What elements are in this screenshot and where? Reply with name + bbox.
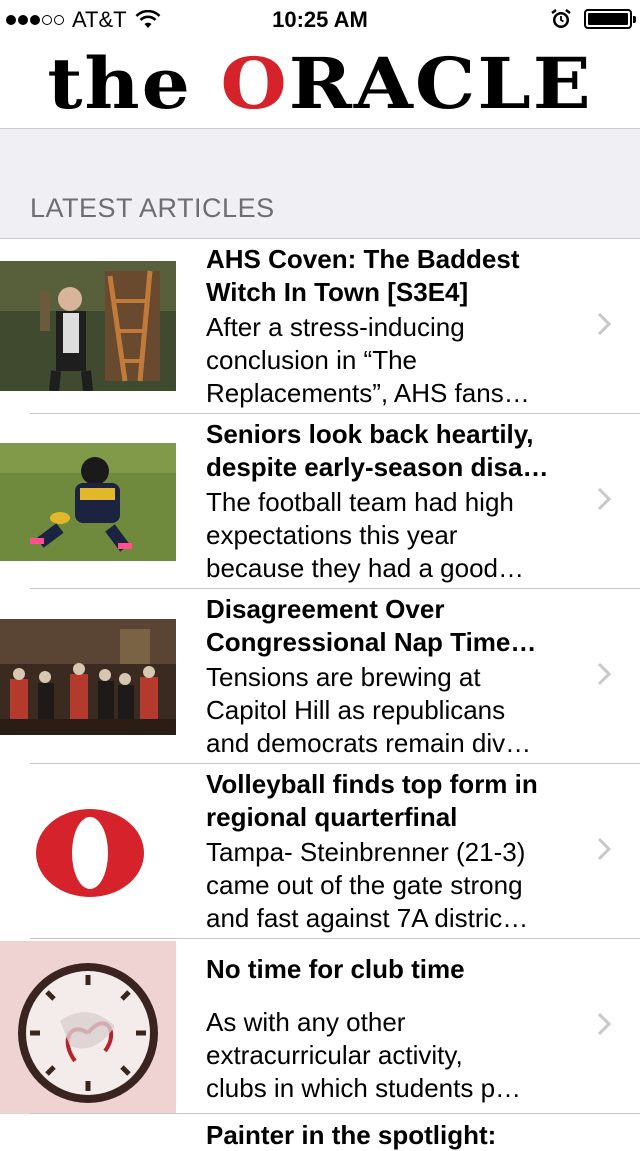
article-row[interactable]: Volleyball finds top form in regional qu…	[0, 764, 640, 939]
article-row[interactable]: Disagreement Over Congressional Nap Time…	[0, 589, 640, 764]
article-text: AHS Coven: The Baddest Witch In Town [S3…	[206, 243, 576, 410]
article-thumbnail	[0, 443, 176, 561]
status-right	[550, 8, 636, 30]
article-text: Disagreement Over Congressional Nap Time…	[206, 593, 576, 760]
clock-time: 10:25 AM	[272, 7, 368, 32]
oracle-logo: the ORACLE	[47, 42, 593, 125]
article-summary: After a stress-inducing conclusion in “T…	[206, 312, 530, 408]
article-text: Seniors look back heartily, despite earl…	[206, 418, 576, 585]
article-text: No time for club time As with any other …	[206, 953, 576, 1105]
article-row[interactable]: AHS Coven: The Baddest Witch In Town [S3…	[0, 239, 640, 414]
row-divider	[30, 1113, 640, 1114]
clock-icon	[0, 941, 176, 1114]
article-row[interactable]: Seniors look back heartily, despite earl…	[0, 414, 640, 589]
article-summary: Tampa- Steinbrenner (21-3) came out of t…	[206, 837, 529, 933]
article-title: Disagreement Over Congressional Nap Time…	[206, 594, 537, 657]
chevron-right-icon	[597, 487, 612, 511]
oracle-o-logo-icon	[36, 809, 144, 897]
alarm-icon	[551, 9, 571, 28]
article-summary: As with any other extracurricular activi…	[206, 1007, 522, 1103]
article-thumbnail	[0, 619, 176, 735]
article-list[interactable]: AHS Coven: The Baddest Witch In Town [S3…	[0, 239, 640, 1114]
article-title: Seniors look back heartily, despite earl…	[206, 419, 549, 482]
section-label: LATEST ARTICLES	[30, 193, 275, 223]
article-summary: The football team had high expectations …	[206, 487, 525, 583]
chevron-right-icon	[597, 312, 612, 336]
article-thumbnail	[0, 261, 176, 391]
article-title: AHS Coven: The Baddest Witch In Town [S3…	[206, 244, 520, 307]
article-summary: Tensions are brewing at Capitol Hill as …	[206, 662, 532, 758]
article-thumbnail	[0, 941, 176, 1114]
battery-icon	[584, 9, 636, 29]
article-title: Volleyball finds top form in regional qu…	[206, 769, 538, 832]
article-thumbnail	[0, 789, 176, 915]
section-header: LATEST ARTICLES	[0, 129, 640, 239]
article-row[interactable]: No time for club time As with any other …	[0, 939, 640, 1114]
chevron-right-icon	[597, 662, 612, 686]
chevron-right-icon	[597, 1012, 612, 1036]
article-text: Volleyball finds top form in regional qu…	[206, 768, 576, 935]
masthead: the ORACLE	[0, 40, 640, 129]
chevron-right-icon	[597, 837, 612, 861]
status-bar: AT&T 10:25 AM	[0, 0, 640, 40]
article-title: No time for club time	[206, 954, 465, 984]
